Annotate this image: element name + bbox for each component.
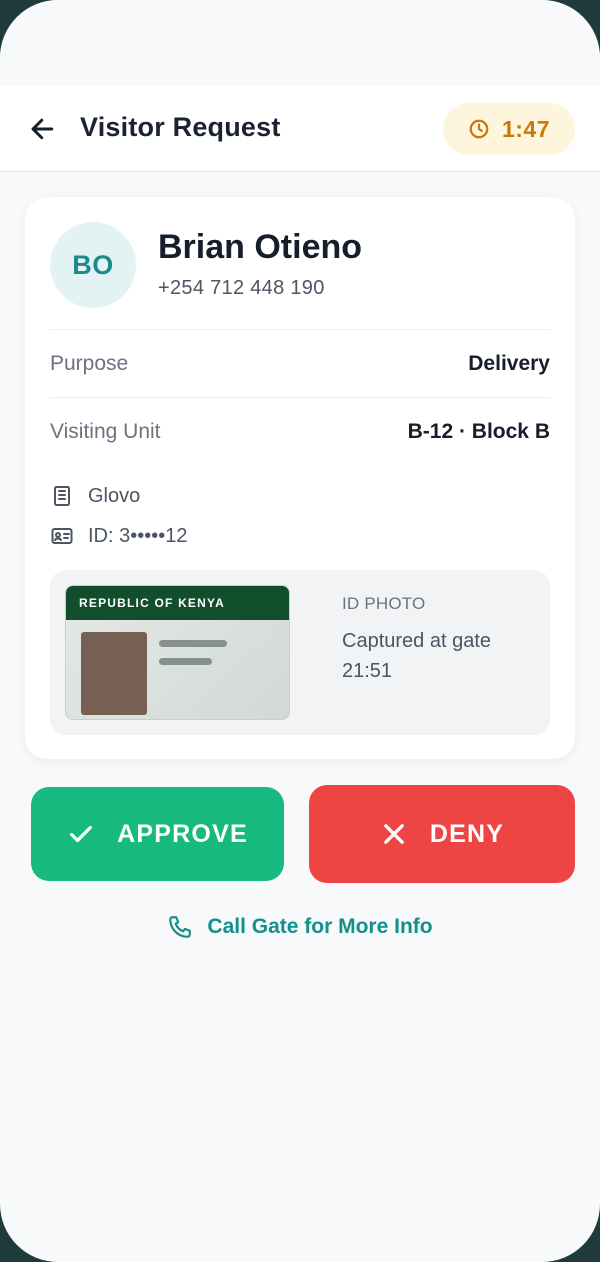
deny-label: DENY — [429, 819, 505, 848]
id-card-text-line — [159, 658, 212, 665]
visitor-phone: +254 712 448 190 — [158, 277, 325, 299]
company-name: Glovo — [88, 484, 141, 507]
back-button[interactable] — [24, 110, 62, 148]
id-card-icon — [51, 528, 73, 544]
visitor-card: BO Brian Otieno +254 712 448 190 Purpose… — [25, 197, 575, 759]
id-card-portrait — [81, 632, 147, 715]
timer-value: 1:47 — [501, 115, 551, 142]
purpose-value: Delivery — [468, 352, 550, 375]
purpose-label: Purpose — [50, 352, 129, 375]
arrow-left-icon — [31, 118, 54, 140]
visiting-unit-value: B-12 · Block B — [407, 420, 550, 443]
phone-icon — [169, 916, 192, 938]
call-gate-link[interactable]: Call Gate for More Info — [0, 905, 600, 949]
deny-button[interactable]: DENY — [309, 785, 575, 883]
id-photo-panel: REPUBLIC OF KENYA ID PHOTO Captured at g… — [50, 570, 550, 735]
id-number-row: ID: 3•••••12 — [50, 521, 188, 551]
id-photo-capture-time: 21:51 — [342, 660, 393, 682]
id-photo-label: ID PHOTO — [342, 594, 426, 613]
divider — [50, 397, 550, 398]
avatar-initials: BO — [72, 249, 114, 280]
avatar: BO — [50, 222, 136, 308]
id-number: ID: 3•••••12 — [88, 524, 188, 547]
company-row: Glovo — [50, 481, 140, 511]
building-icon — [54, 486, 70, 506]
id-card-text-line — [159, 640, 227, 647]
close-icon — [384, 824, 404, 844]
id-photo-caption-line1: Captured at gate — [342, 630, 491, 652]
clock-icon — [469, 119, 489, 139]
id-card-country: REPUBLIC OF KENYA — [79, 596, 225, 610]
phone-screen: Visitor Request 1:47 BO Brian Otieno +25… — [0, 0, 600, 1262]
status-bar-area — [0, 0, 600, 86]
page-title: Visitor Request — [80, 112, 281, 142]
id-card-image[interactable]: REPUBLIC OF KENYA — [65, 585, 290, 720]
approve-button[interactable]: APPROVE — [31, 787, 284, 881]
countdown-timer-badge: 1:47 — [443, 103, 575, 155]
id-photo-caption: Captured at gate 21:51 — [342, 626, 491, 686]
visitor-name: Brian Otieno — [158, 228, 363, 266]
top-app-bar: Visitor Request 1:47 — [0, 86, 600, 172]
visiting-unit-label: Visiting Unit — [50, 420, 161, 443]
check-icon — [70, 825, 93, 843]
call-gate-label: Call Gate for More Info — [207, 915, 433, 938]
id-card-header: REPUBLIC OF KENYA — [66, 586, 289, 620]
divider — [50, 329, 550, 330]
approve-label: APPROVE — [117, 819, 248, 848]
